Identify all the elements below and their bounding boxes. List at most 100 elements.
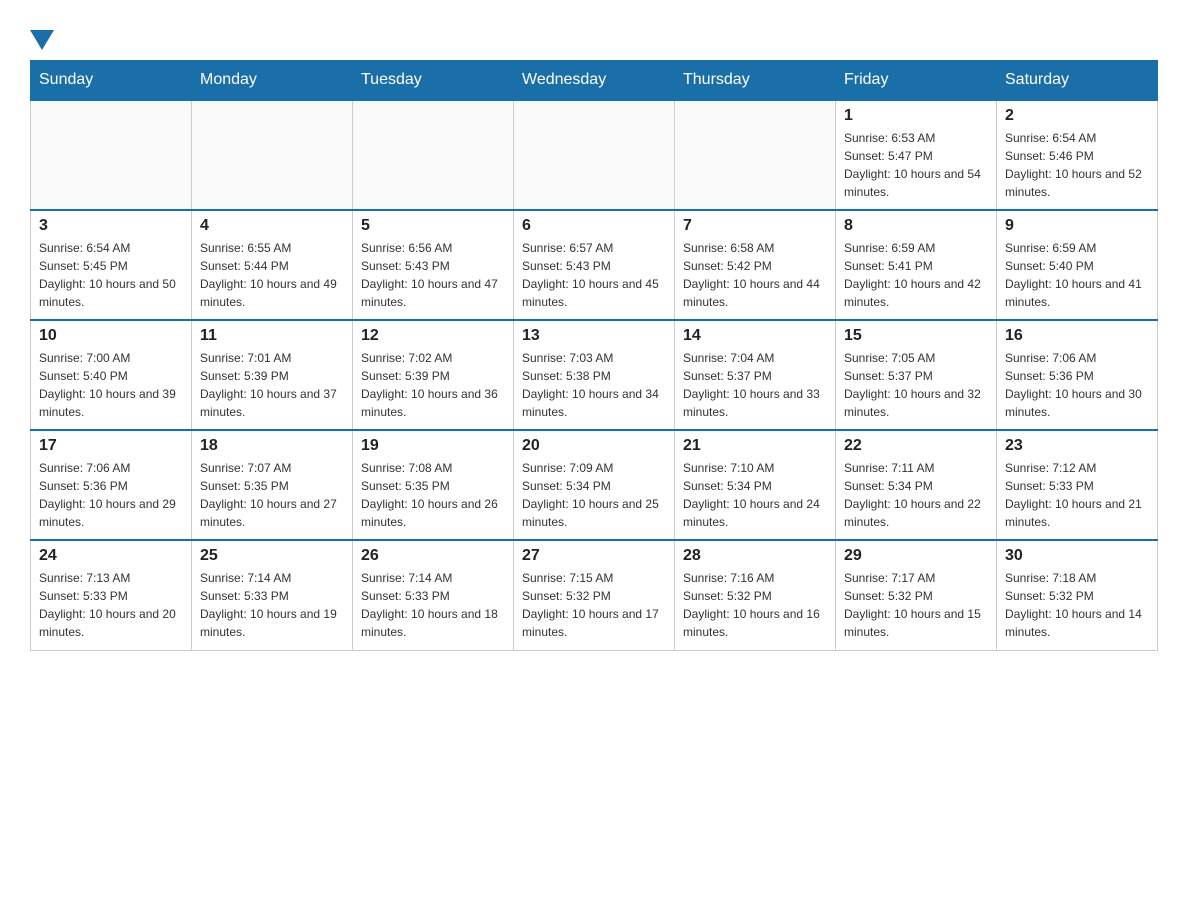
page-header: [30, 20, 1158, 50]
day-number: 4: [200, 217, 344, 235]
day-info: Sunrise: 7:10 AM Sunset: 5:34 PM Dayligh…: [683, 459, 827, 531]
day-number: 10: [39, 327, 183, 345]
calendar-cell: 13 Sunrise: 7:03 AM Sunset: 5:38 PM Dayli…: [514, 320, 675, 430]
calendar-cell: 11 Sunrise: 7:01 AM Sunset: 5:39 PM Dayli…: [192, 320, 353, 430]
calendar-cell: [514, 100, 675, 210]
calendar-cell: 3Sunrise: 6:54 AM Sunset: 5:45 PM Daylig…: [31, 210, 192, 320]
calendar-cell: 8Sunrise: 6:59 AM Sunset: 5:41 PM Daylig…: [836, 210, 997, 320]
day-info: Sunrise: 7:06 AM Sunset: 5:36 PM Dayligh…: [1005, 349, 1149, 421]
day-info: Sunrise: 7:00 AM Sunset: 5:40 PM Dayligh…: [39, 349, 183, 421]
week-row-1: 1Sunrise: 6:53 AM Sunset: 5:47 PM Daylig…: [31, 100, 1158, 210]
day-number: 23: [1005, 437, 1149, 455]
calendar-cell: 15 Sunrise: 7:05 AM Sunset: 5:37 PM Dayli…: [836, 320, 997, 430]
day-info: Sunrise: 7:03 AM Sunset: 5:38 PM Dayligh…: [522, 349, 666, 421]
day-number: 24: [39, 547, 183, 565]
calendar-cell: 16 Sunrise: 7:06 AM Sunset: 5:36 PM Dayli…: [997, 320, 1158, 430]
day-info: Sunrise: 7:14 AM Sunset: 5:33 PM Dayligh…: [361, 569, 505, 641]
day-info: Sunrise: 7:14 AM Sunset: 5:33 PM Dayligh…: [200, 569, 344, 641]
day-number: 21: [683, 437, 827, 455]
day-info: Sunrise: 6:59 AM Sunset: 5:41 PM Dayligh…: [844, 239, 988, 311]
calendar-cell: 23 Sunrise: 7:12 AM Sunset: 5:33 PM Dayli…: [997, 430, 1158, 540]
day-number: 15: [844, 327, 988, 345]
calendar-cell: 12Sunrise: 7:02 AM Sunset: 5:39 PM Dayli…: [353, 320, 514, 430]
calendar-cell: 24 Sunrise: 7:13 AM Sunset: 5:33 PM Dayli…: [31, 540, 192, 650]
calendar-table: SundayMondayTuesdayWednesdayThursdayFrid…: [30, 60, 1158, 651]
calendar-cell: 27 Sunrise: 7:15 AM Sunset: 5:32 PM Dayli…: [514, 540, 675, 650]
day-number: 16: [1005, 327, 1149, 345]
day-number: 11: [200, 327, 344, 345]
calendar-cell: 22 Sunrise: 7:11 AM Sunset: 5:34 PM Dayli…: [836, 430, 997, 540]
calendar-cell: 7Sunrise: 6:58 AM Sunset: 5:42 PM Daylig…: [675, 210, 836, 320]
calendar-cell: 26 Sunrise: 7:14 AM Sunset: 5:33 PM Dayli…: [353, 540, 514, 650]
day-number: 26: [361, 547, 505, 565]
day-info: Sunrise: 6:58 AM Sunset: 5:42 PM Dayligh…: [683, 239, 827, 311]
day-info: Sunrise: 6:55 AM Sunset: 5:44 PM Dayligh…: [200, 239, 344, 311]
calendar-cell: 30 Sunrise: 7:18 AM Sunset: 5:32 PM Dayli…: [997, 540, 1158, 650]
day-number: 18: [200, 437, 344, 455]
calendar-cell: [675, 100, 836, 210]
week-row-5: 24 Sunrise: 7:13 AM Sunset: 5:33 PM Dayli…: [31, 540, 1158, 650]
day-number: 2: [1005, 107, 1149, 125]
day-number: 14: [683, 327, 827, 345]
calendar-cell: 18 Sunrise: 7:07 AM Sunset: 5:35 PM Dayli…: [192, 430, 353, 540]
week-row-3: 10 Sunrise: 7:00 AM Sunset: 5:40 PM Dayli…: [31, 320, 1158, 430]
logo: [30, 20, 60, 50]
calendar-cell: 29 Sunrise: 7:17 AM Sunset: 5:32 PM Dayli…: [836, 540, 997, 650]
day-info: Sunrise: 7:09 AM Sunset: 5:34 PM Dayligh…: [522, 459, 666, 531]
day-info: Sunrise: 6:53 AM Sunset: 5:47 PM Dayligh…: [844, 129, 988, 201]
day-info: Sunrise: 6:59 AM Sunset: 5:40 PM Dayligh…: [1005, 239, 1149, 311]
calendar-cell: 14 Sunrise: 7:04 AM Sunset: 5:37 PM Dayli…: [675, 320, 836, 430]
weekday-header-thursday: Thursday: [675, 61, 836, 101]
calendar-cell: 9 Sunrise: 6:59 AM Sunset: 5:40 PM Daylig…: [997, 210, 1158, 320]
calendar-cell: [192, 100, 353, 210]
day-number: 28: [683, 547, 827, 565]
calendar-cell: 28 Sunrise: 7:16 AM Sunset: 5:32 PM Dayli…: [675, 540, 836, 650]
weekday-header-saturday: Saturday: [997, 61, 1158, 101]
weekday-header-friday: Friday: [836, 61, 997, 101]
calendar-cell: [353, 100, 514, 210]
day-number: 30: [1005, 547, 1149, 565]
calendar-cell: 6Sunrise: 6:57 AM Sunset: 5:43 PM Daylig…: [514, 210, 675, 320]
day-info: Sunrise: 7:01 AM Sunset: 5:39 PM Dayligh…: [200, 349, 344, 421]
calendar-cell: 17 Sunrise: 7:06 AM Sunset: 5:36 PM Dayli…: [31, 430, 192, 540]
day-info: Sunrise: 7:16 AM Sunset: 5:32 PM Dayligh…: [683, 569, 827, 641]
day-info: Sunrise: 7:07 AM Sunset: 5:35 PM Dayligh…: [200, 459, 344, 531]
day-info: Sunrise: 7:06 AM Sunset: 5:36 PM Dayligh…: [39, 459, 183, 531]
day-number: 22: [844, 437, 988, 455]
weekday-header-tuesday: Tuesday: [353, 61, 514, 101]
calendar-cell: 4 Sunrise: 6:55 AM Sunset: 5:44 PM Daylig…: [192, 210, 353, 320]
week-row-2: 3Sunrise: 6:54 AM Sunset: 5:45 PM Daylig…: [31, 210, 1158, 320]
day-info: Sunrise: 7:13 AM Sunset: 5:33 PM Dayligh…: [39, 569, 183, 641]
day-number: 17: [39, 437, 183, 455]
day-info: Sunrise: 6:54 AM Sunset: 5:46 PM Dayligh…: [1005, 129, 1149, 201]
day-number: 6: [522, 217, 666, 235]
day-info: Sunrise: 7:15 AM Sunset: 5:32 PM Dayligh…: [522, 569, 666, 641]
calendar-cell: [31, 100, 192, 210]
day-number: 13: [522, 327, 666, 345]
calendar-cell: 10 Sunrise: 7:00 AM Sunset: 5:40 PM Dayli…: [31, 320, 192, 430]
day-info: Sunrise: 7:04 AM Sunset: 5:37 PM Dayligh…: [683, 349, 827, 421]
weekday-header-sunday: Sunday: [31, 61, 192, 101]
calendar-cell: 21 Sunrise: 7:10 AM Sunset: 5:34 PM Dayli…: [675, 430, 836, 540]
day-number: 20: [522, 437, 666, 455]
day-info: Sunrise: 7:05 AM Sunset: 5:37 PM Dayligh…: [844, 349, 988, 421]
day-number: 27: [522, 547, 666, 565]
day-number: 5: [361, 217, 505, 235]
calendar-header-row: SundayMondayTuesdayWednesdayThursdayFrid…: [31, 61, 1158, 101]
week-row-4: 17 Sunrise: 7:06 AM Sunset: 5:36 PM Dayli…: [31, 430, 1158, 540]
day-info: Sunrise: 7:12 AM Sunset: 5:33 PM Dayligh…: [1005, 459, 1149, 531]
weekday-header-wednesday: Wednesday: [514, 61, 675, 101]
day-number: 29: [844, 547, 988, 565]
calendar-cell: 1Sunrise: 6:53 AM Sunset: 5:47 PM Daylig…: [836, 100, 997, 210]
day-info: Sunrise: 7:11 AM Sunset: 5:34 PM Dayligh…: [844, 459, 988, 531]
logo-triangle-icon: [30, 30, 54, 50]
day-number: 25: [200, 547, 344, 565]
day-info: Sunrise: 7:08 AM Sunset: 5:35 PM Dayligh…: [361, 459, 505, 531]
day-info: Sunrise: 7:18 AM Sunset: 5:32 PM Dayligh…: [1005, 569, 1149, 641]
calendar-cell: 2 Sunrise: 6:54 AM Sunset: 5:46 PM Daylig…: [997, 100, 1158, 210]
calendar-cell: 19Sunrise: 7:08 AM Sunset: 5:35 PM Dayli…: [353, 430, 514, 540]
weekday-header-monday: Monday: [192, 61, 353, 101]
day-number: 9: [1005, 217, 1149, 235]
day-number: 3: [39, 217, 183, 235]
day-info: Sunrise: 7:17 AM Sunset: 5:32 PM Dayligh…: [844, 569, 988, 641]
